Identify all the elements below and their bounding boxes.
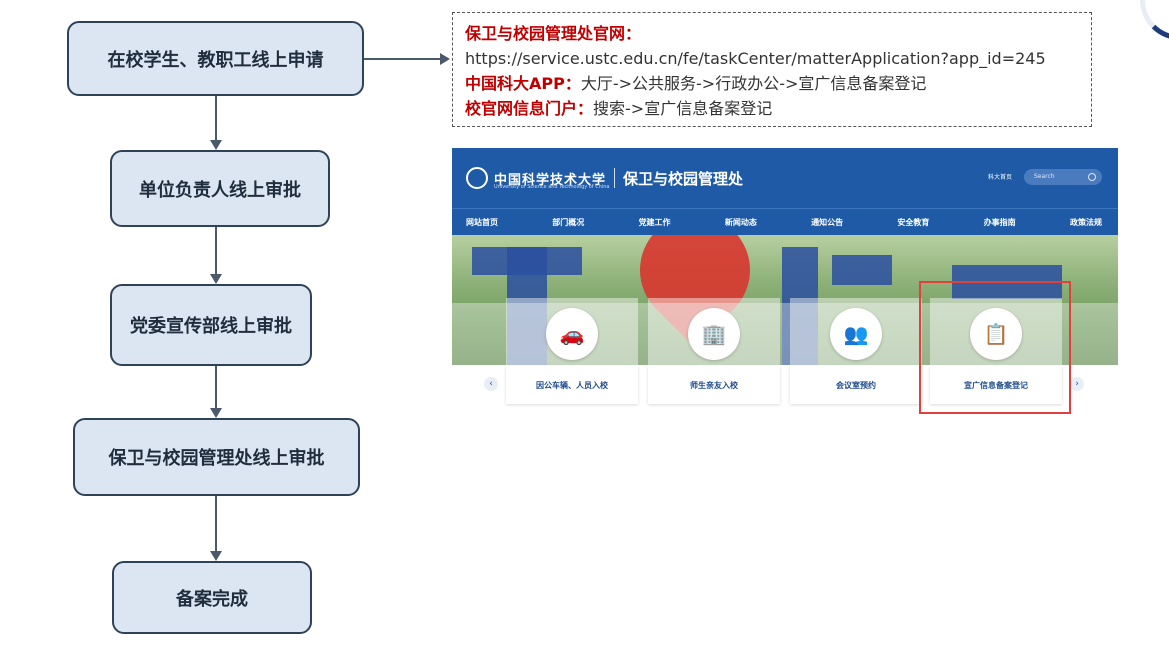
university-seal-icon	[466, 167, 488, 189]
flow-arrow-to-note	[364, 53, 450, 65]
nav-item-policy[interactable]: 政策法规	[1070, 217, 1102, 228]
flow-step-security-approval: 保卫与校园管理处线上审批	[73, 418, 360, 496]
nav-item-safety[interactable]: 安全教育	[897, 217, 929, 228]
nav-item-about[interactable]: 部门概况	[552, 217, 584, 228]
meeting-icon: 👥	[830, 308, 882, 360]
flow-step-apply: 在校学生、教职工线上申请	[67, 21, 364, 96]
site-nav: 网站首页 部门概况 党建工作 新闻动态 通知公告 安全教育 办事指南 政策法规	[452, 208, 1118, 235]
flow-step-publicity-approval: 党委宣传部线上审批	[110, 284, 312, 366]
site-search-input[interactable]: Search	[1024, 169, 1102, 185]
decorative-circle	[1140, 0, 1169, 40]
banner-letter-ke-2	[832, 255, 892, 285]
site-header: 中国科学技术大学 University of Science and Techn…	[452, 148, 1118, 208]
logo-divider	[614, 168, 616, 188]
nav-item-home[interactable]: 网站首页	[466, 217, 498, 228]
nav-item-notices[interactable]: 通知公告	[811, 217, 843, 228]
service-card-label: 会议室预约	[790, 366, 922, 404]
note-line-url[interactable]: https://service.ustc.edu.cn/fe/taskCente…	[465, 46, 1079, 71]
service-card-vehicle[interactable]: 🚗 因公车辆、人员入校	[506, 298, 638, 404]
flow-step-complete: 备案完成	[112, 561, 312, 634]
note-line-portal: 校官网信息门户：搜索->宣广信息备案登记	[465, 99, 773, 118]
service-card-visitors[interactable]: 🏢 师生亲友入校	[648, 298, 780, 404]
flow-arrow-3	[210, 366, 222, 418]
building-icon: 🏢	[688, 308, 740, 360]
nav-item-party[interactable]: 党建工作	[639, 217, 671, 228]
nav-item-news[interactable]: 新闻动态	[725, 217, 757, 228]
car-person-icon: 🚗	[546, 308, 598, 360]
department-title: 保卫与校园管理处	[623, 169, 744, 188]
highlight-box	[919, 281, 1071, 414]
flow-step-unit-approval: 单位负责人线上审批	[110, 150, 330, 227]
note-line-website: 保卫与校园管理处官网：	[465, 24, 642, 43]
service-card-label: 因公车辆、人员入校	[506, 366, 638, 404]
university-logo-subtitle: University of Science and Technology of …	[494, 184, 610, 190]
carousel-next-button[interactable]: ›	[1070, 377, 1084, 391]
university-home-link[interactable]: 科大首页	[988, 172, 1012, 181]
flow-arrow-2	[210, 227, 222, 284]
flow-arrow-4	[210, 496, 222, 561]
access-note: 保卫与校园管理处官网： https://service.ustc.edu.cn/…	[452, 12, 1092, 127]
nav-item-guide[interactable]: 办事指南	[984, 217, 1016, 228]
search-icon[interactable]	[1088, 173, 1096, 181]
search-placeholder: Search	[1034, 173, 1055, 180]
carousel-prev-button[interactable]: ‹	[484, 377, 498, 391]
flow-arrow-1	[210, 96, 222, 150]
service-card-meeting[interactable]: 👥 会议室预约	[790, 298, 922, 404]
service-card-label: 师生亲友入校	[648, 366, 780, 404]
note-line-app: 中国科大APP：大厅->公共服务->行政办公->宣广信息备案登记	[465, 74, 927, 93]
